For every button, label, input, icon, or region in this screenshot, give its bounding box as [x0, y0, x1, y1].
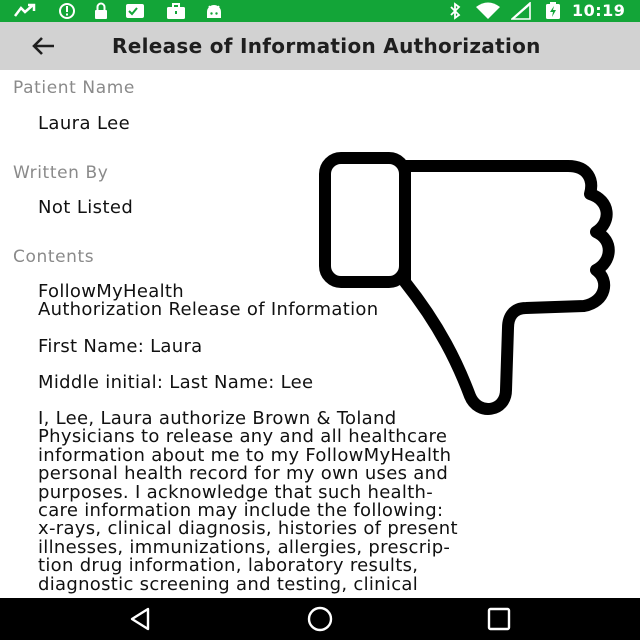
navigation-bar: [0, 598, 640, 640]
app-bar: Release of Information Authorization: [0, 22, 640, 70]
document-detail[interactable]: Patient Name Laura Lee Written By Not Li…: [0, 70, 640, 598]
battery-charging-icon: [544, 2, 562, 20]
back-triangle-icon[interactable]: [126, 605, 156, 633]
checklist-icon: [124, 2, 146, 20]
alert-circle-icon: [58, 2, 76, 20]
home-circle-icon[interactable]: [305, 605, 335, 633]
contents-line: diagnostic screening and testing, clinic…: [38, 573, 419, 595]
missed-call-icon: [12, 2, 38, 20]
contents-line: tion drug information, laboratory result…: [38, 555, 419, 577]
signal-icon: [510, 2, 532, 20]
contents-line: Authorization Release of Information: [38, 299, 379, 320]
status-bar: 10:19: [0, 0, 640, 22]
contents-line: First Name: Laura: [38, 336, 203, 357]
lock-icon: [92, 2, 110, 20]
bluetooth-icon: [447, 2, 463, 20]
briefcase-icon: [165, 2, 187, 20]
android-icon: [203, 2, 225, 20]
back-arrow-icon[interactable]: [28, 32, 60, 60]
recents-square-icon[interactable]: [484, 605, 514, 633]
written-by-label: Written By: [13, 163, 109, 183]
status-time: 10:19: [572, 1, 626, 20]
page-title: Release of Information Authorization: [112, 34, 541, 58]
written-by-value: Not Listed: [38, 197, 134, 218]
contents-line: personal health record for my own uses a…: [38, 463, 449, 485]
patient-name-value: Laura Lee: [38, 113, 131, 134]
contents-label: Contents: [13, 247, 95, 267]
wifi-icon: [475, 2, 501, 20]
patient-name-label: Patient Name: [13, 78, 135, 98]
contents-line: Middle initial: Last Name: Lee: [38, 372, 314, 393]
